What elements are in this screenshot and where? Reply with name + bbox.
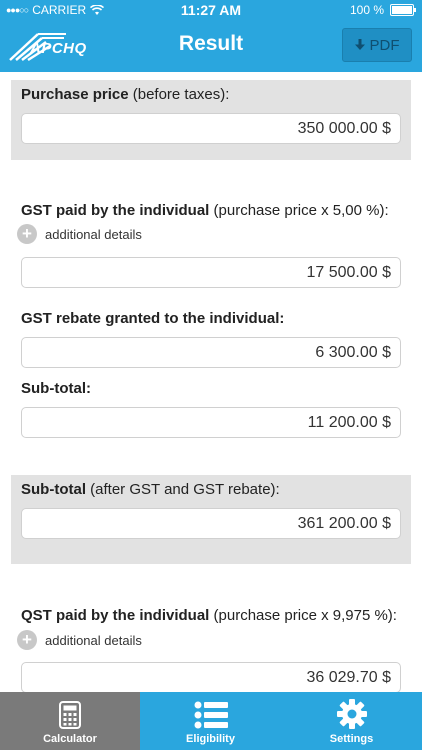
status-right: 100 % bbox=[349, 3, 416, 17]
qst-paid-label: QST paid by the individual (purchase pri… bbox=[21, 607, 397, 624]
gst-paid-label-rest: (purchase price x 5,00 %): bbox=[209, 202, 389, 219]
subtotal-after-gst-field[interactable]: 361 200.00 $ bbox=[21, 508, 401, 539]
gst-paid-label: GST paid by the individual (purchase pri… bbox=[21, 202, 389, 219]
list-icon bbox=[194, 701, 228, 729]
tab-eligibility[interactable]: Eligibility bbox=[140, 692, 281, 750]
tab-settings[interactable]: Settings bbox=[281, 692, 422, 750]
tab-eligibility-label: Eligibility bbox=[186, 733, 235, 745]
gst-rebate-label: GST rebate granted to the individual: bbox=[21, 310, 284, 327]
tab-calculator[interactable]: Calculator bbox=[0, 692, 140, 750]
purchase-price-label-rest: (before taxes): bbox=[128, 86, 230, 103]
pdf-button[interactable]: PDF bbox=[342, 28, 412, 62]
gst-additional-details-label: additional details bbox=[45, 226, 142, 242]
gst-rebate-field[interactable]: 6 300.00 $ bbox=[21, 337, 401, 368]
subtotal-after-gst-label: Sub-total (after GST and GST rebate): bbox=[21, 481, 280, 498]
gst-paid-label-bold: GST paid by the individual bbox=[21, 202, 210, 219]
plus-icon: + bbox=[17, 630, 37, 650]
qst-paid-label-rest: (purchase price x 9,975 %): bbox=[209, 607, 397, 624]
subtotal-after-gst-label-bold: Sub-total bbox=[21, 481, 86, 498]
subtotal-after-gst-label-rest: (after GST and GST rebate): bbox=[86, 481, 280, 498]
plus-icon: + bbox=[17, 224, 37, 244]
gear-icon bbox=[336, 699, 367, 729]
purchase-price-label-bold: Purchase price bbox=[21, 86, 129, 103]
subtotal-label: Sub-total: bbox=[21, 380, 91, 397]
battery-label: 100 % bbox=[349, 3, 384, 17]
gst-additional-details-toggle[interactable]: + additional details bbox=[17, 224, 142, 244]
qst-additional-details-label: additional details bbox=[45, 632, 142, 648]
status-bar: ●●●○○ CARRIER 11:27 AM 100 % bbox=[0, 0, 422, 20]
gst-paid-field[interactable]: 17 500.00 $ bbox=[21, 257, 401, 288]
subtotal-label-bold: Sub-total: bbox=[21, 380, 91, 397]
tab-calculator-label: Calculator bbox=[43, 733, 97, 745]
nav-bar: APCHQ Result PDF bbox=[0, 20, 422, 72]
qst-additional-details-toggle[interactable]: + additional details bbox=[17, 630, 142, 650]
battery-icon bbox=[390, 4, 416, 16]
calculator-icon bbox=[59, 701, 81, 729]
purchase-price-label: Purchase price (before taxes): bbox=[21, 86, 229, 103]
qst-paid-field[interactable]: 36 029.70 $ bbox=[21, 662, 401, 692]
qst-paid-label-bold: QST paid by the individual bbox=[21, 607, 210, 624]
pdf-button-label: PDF bbox=[369, 36, 400, 54]
subtotal-field[interactable]: 11 200.00 $ bbox=[21, 407, 401, 438]
tab-settings-label: Settings bbox=[329, 733, 374, 745]
purchase-price-field[interactable]: 350 000.00 $ bbox=[21, 113, 401, 144]
gst-rebate-label-bold: GST rebate granted to the individual: bbox=[21, 310, 285, 327]
tab-bar: Calculator Eligibility Settings bbox=[0, 692, 422, 750]
result-content[interactable]: Purchase price (before taxes): 350 000.0… bbox=[0, 72, 422, 692]
download-arrow-icon bbox=[354, 39, 365, 50]
